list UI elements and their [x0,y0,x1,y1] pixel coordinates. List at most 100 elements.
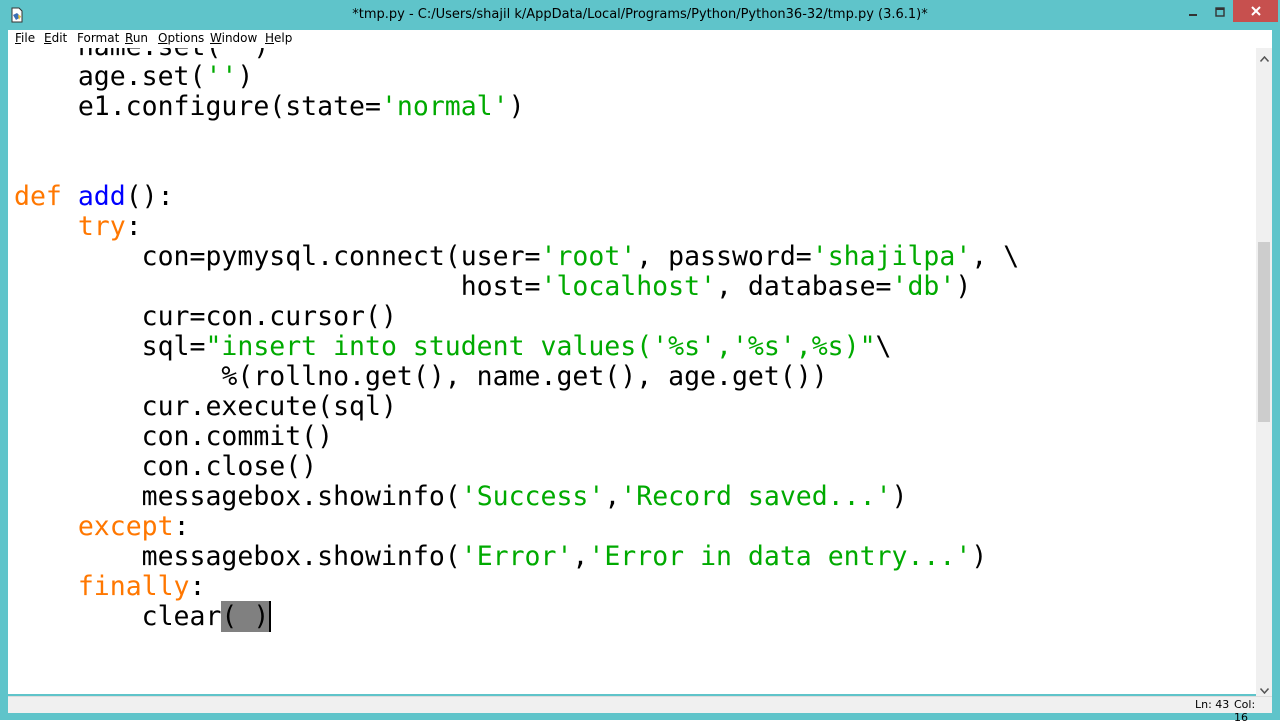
code-line[interactable]: finally: [14,572,1019,602]
code-line[interactable]: con=pymysql.connect(user='root', passwor… [14,241,1020,272]
code-token: (): [125,181,174,212]
minimize-button[interactable] [1179,0,1206,22]
column-number-status: Col: 16 [1234,698,1256,724]
code-line[interactable]: messagebox.showinfo('Error','Error in da… [14,542,1019,572]
code-editor[interactable]: name.set('') age.set('') e1.configure(st… [8,48,1256,694]
chevron-down-icon [1259,679,1269,698]
maximize-button[interactable] [1206,0,1233,22]
code-token: , database= [716,271,892,302]
code-token: ) [955,271,972,302]
code-token: sql= [14,331,206,362]
code-token: age.set( [14,61,206,92]
code-line[interactable]: %(rollno.get(), name.get(), age.get()) [14,362,1019,392]
code-line[interactable] [14,122,1019,152]
string-token: 'db' [891,271,956,302]
code-line[interactable] [14,152,1019,182]
code-token: host= [14,271,541,302]
scroll-up-button[interactable] [1256,48,1272,64]
close-button[interactable] [1233,0,1278,22]
vertical-scrollbar[interactable] [1256,48,1272,696]
menu-label: elp [274,31,293,45]
selected-text: ( ) [221,601,270,632]
menu-label: dit [51,31,68,45]
code-line[interactable]: con.close() [14,452,1019,482]
string-token: 'Success' [460,481,605,512]
code-line[interactable]: con.commit() [14,422,1019,452]
menu-label: indow [221,31,258,45]
text-cursor: ​ [269,601,272,632]
code-token: : [189,571,206,602]
minimize-icon [1188,2,1198,21]
code-token: con.close() [14,451,318,482]
window-title: *tmp.py - C:/Users/shajil k/AppData/Loca… [352,7,928,22]
menu-bar: File Edit Format Run Options Window Help [8,30,1272,48]
menu-label: Format [77,31,120,45]
code-token: , [572,541,589,572]
code-token: ) [891,481,908,512]
code-token: con.commit() [14,421,334,452]
code-token: con=pymysql.connect(user= [14,241,541,272]
maximize-icon [1214,2,1225,21]
code-line[interactable]: host='localhost', database='db') [14,272,1019,302]
close-icon [1250,2,1262,21]
code-line[interactable]: clear( )​ [14,601,1019,632]
code-line[interactable]: e1.configure(state='normal') [14,92,1019,122]
code-token: ) [237,61,254,92]
code-token: , [604,481,621,512]
menu-item-help[interactable]: Help [265,31,292,45]
code-token: messagebox.showinfo( [14,541,461,572]
keyword-token: def [14,181,78,212]
title-bar[interactable]: *tmp.py - C:/Users/shajil k/AppData/Loca… [0,0,1280,30]
code-line[interactable]: age.set('') [14,62,1019,92]
code-token: ) [971,541,988,572]
code-token: %(rollno.get(), name.get(), age.get()) [14,361,828,392]
code-token: : [125,211,142,242]
code-token: : [173,511,190,542]
code-token: e1.configure(state= [14,91,381,122]
code-token: , \ [971,241,1020,272]
code-line[interactable]: messagebox.showinfo('Success','Record sa… [14,482,1019,512]
string-token: 'root' [540,241,637,272]
string-token: 'Error' [460,541,573,572]
string-token: "insert into student values('%s','%s',%s… [205,331,876,362]
menu-item-options[interactable]: Options [158,31,204,45]
menu-accelerator-key: W [210,31,222,45]
chevron-up-icon [1259,47,1269,66]
code-token: cur.execute(sql) [14,391,397,422]
code-line[interactable]: cur=con.cursor() [14,302,1019,332]
code-line[interactable]: name.set('') [14,48,1019,62]
code-token: messagebox.showinfo( [14,481,461,512]
scroll-down-button[interactable] [1256,680,1272,696]
menu-item-format[interactable]: Format [77,31,119,45]
code-token: name.set('') [14,48,269,62]
code-token: ) [508,91,525,122]
scrollbar-thumb[interactable] [1258,242,1270,422]
menu-item-run[interactable]: Run [125,31,148,45]
keyword-token: try [77,211,126,242]
menu-label: ptions [167,31,205,45]
string-token: 'Record saved...' [620,481,892,512]
code-token: \ [875,331,892,362]
menu-item-window[interactable]: Window [210,31,257,45]
idle-window: *tmp.py - C:/Users/shajil k/AppData/Loca… [0,0,1280,724]
menu-label: ile [21,31,36,45]
menu-item-file[interactable]: File [15,31,35,45]
keyword-token: except [77,511,174,542]
code-line[interactable]: try: [14,212,1019,242]
code-line[interactable]: sql="insert into student values('%s','%s… [14,332,1019,362]
status-bar: Ln: 43 Col: 16 [8,696,1272,724]
keyword-token: finally [77,571,190,602]
function-name-token: add [77,181,126,212]
string-token: 'normal' [380,91,509,122]
string-token: '' [205,61,238,92]
code-line[interactable]: cur.execute(sql) [14,392,1019,422]
code-line[interactable]: except: [14,512,1019,542]
menu-accelerator-key: E [44,31,52,45]
string-token: 'localhost' [540,271,717,302]
code-text[interactable]: name.set('') age.set('') e1.configure(st… [14,48,1019,632]
menu-item-edit[interactable]: Edit [44,31,67,45]
line-number-status: Ln: 43 [1195,698,1230,711]
code-line[interactable]: def add(): [14,182,1019,212]
